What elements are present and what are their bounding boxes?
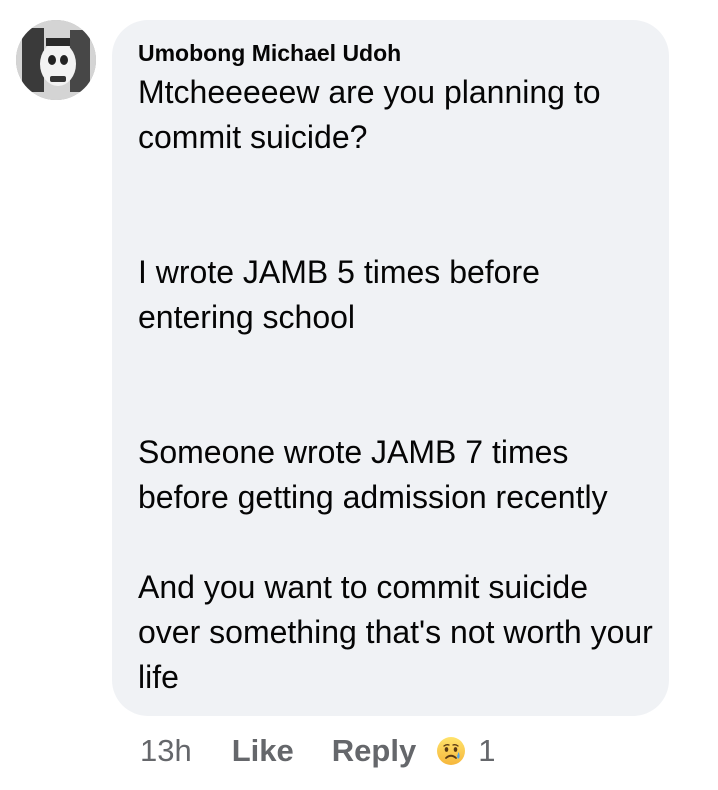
comment-timestamp[interactable]: 13h <box>140 733 192 769</box>
author-avatar[interactable] <box>16 20 96 100</box>
comment-bubble: Umobong Michael Udoh Mtcheeeeew are you … <box>112 20 669 716</box>
comment-paragraph: And you want to commit suicide over some… <box>138 569 653 695</box>
comment-paragraph: I wrote JAMB 5 times before entering sch… <box>138 254 540 335</box>
comment-author-name[interactable]: Umobong Michael Udoh <box>138 40 401 67</box>
comment-paragraph: Someone wrote JAMB 7 times before gettin… <box>138 434 608 515</box>
sad-emoji-icon <box>437 737 466 765</box>
reaction-count: 1 <box>478 733 496 768</box>
avatar-photo-icon <box>16 20 96 100</box>
reply-button[interactable]: Reply <box>332 733 416 769</box>
comment-paragraph: Mtcheeeeew are you planning to commit su… <box>138 74 601 155</box>
comment-actions-bar: 13h Like Reply 1 <box>140 728 495 774</box>
like-button[interactable]: Like <box>232 733 294 769</box>
reaction-summary[interactable]: 1 <box>436 733 495 769</box>
